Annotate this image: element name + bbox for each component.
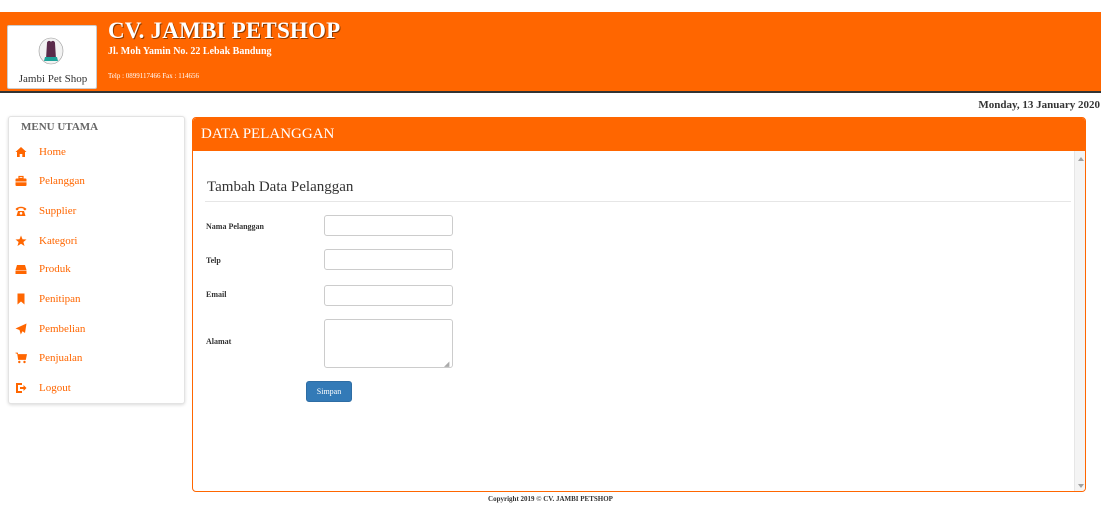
email-label: Email xyxy=(206,290,227,299)
resize-grip-icon[interactable]: ◢ xyxy=(444,361,449,368)
scroll-up-arrow-icon[interactable] xyxy=(1078,157,1084,161)
telp-label: Telp xyxy=(206,256,221,265)
panel-heading: DATA PELANGGAN xyxy=(193,118,1085,151)
star-icon xyxy=(14,234,28,248)
sidebar-item-penitipan[interactable]: Penitipan xyxy=(9,288,185,310)
simpan-button[interactable]: Simpan xyxy=(306,381,352,402)
logo: Jambi Pet Shop xyxy=(7,25,97,89)
nama-pelanggan-input[interactable] xyxy=(324,215,453,236)
sidebar-item-label: Penitipan xyxy=(39,293,81,305)
sidebar-item-label: Kategori xyxy=(39,235,78,247)
app-contact: Telp : 0899117466 Fax : 114656 xyxy=(108,72,199,80)
nama-pelanggan-label: Nama Pelanggan xyxy=(206,222,264,231)
sidebar-item-label: Pembelian xyxy=(39,323,86,335)
sidebar-item-label: Pelanggan xyxy=(39,175,85,187)
phone-icon xyxy=(14,204,28,218)
sidebar-item-label: Logout xyxy=(39,382,71,394)
sidebar-item-kategori[interactable]: Kategori xyxy=(9,230,185,252)
sidebar-heading: MENU UTAMA xyxy=(21,121,99,133)
logo-text: Jambi Pet Shop xyxy=(18,73,88,85)
home-icon xyxy=(14,145,28,159)
sidebar-item-logout[interactable]: Logout xyxy=(9,377,185,399)
alamat-textarea[interactable] xyxy=(324,319,453,368)
shopping-cart-icon xyxy=(14,351,28,365)
sidebar-item-pelanggan[interactable]: Pelanggan xyxy=(9,170,185,192)
alamat-label: Alamat xyxy=(206,337,232,346)
bookmark-icon xyxy=(14,292,28,306)
sidebar-item-supplier[interactable]: Supplier xyxy=(9,200,185,222)
email-input[interactable] xyxy=(324,285,453,306)
sidebar-item-produk[interactable]: Produk xyxy=(9,258,185,280)
logo-icon xyxy=(38,37,64,65)
sidebar: MENU UTAMA Home Pelanggan Supplier Kateg… xyxy=(8,116,185,404)
sidebar-item-label: Home xyxy=(39,146,66,158)
sidebar-item-penjualan[interactable]: Penjualan xyxy=(9,347,185,369)
current-date: Monday, 13 January 2020 xyxy=(978,99,1100,111)
send-icon xyxy=(14,322,28,336)
footer-copyright: Copyright 2019 © CV. JAMBI PETSHOP xyxy=(488,495,613,503)
app-address: Jl. Moh Yamin No. 22 Lebak Bandung xyxy=(108,46,272,57)
header-bar: Jambi Pet Shop CV. JAMBI PETSHOP Jl. Moh… xyxy=(0,12,1101,93)
sidebar-item-label: Supplier xyxy=(39,205,77,217)
data-pelanggan-panel: DATA PELANGGAN Tambah Data Pelanggan Nam… xyxy=(192,117,1086,492)
briefcase-icon xyxy=(14,174,28,188)
hdd-icon xyxy=(14,262,28,276)
form-title: Tambah Data Pelanggan xyxy=(207,179,354,195)
panel-title: DATA PELANGGAN xyxy=(201,126,335,142)
sidebar-item-pembelian[interactable]: Pembelian xyxy=(9,318,185,340)
app-title: CV. JAMBI PETSHOP xyxy=(108,18,341,43)
sidebar-item-label: Produk xyxy=(39,263,71,275)
log-out-icon xyxy=(14,381,28,395)
scroll-down-arrow-icon[interactable] xyxy=(1078,484,1084,488)
sidebar-item-home[interactable]: Home xyxy=(9,141,185,163)
telp-input[interactable] xyxy=(324,249,453,270)
panel-scrollbar[interactable] xyxy=(1074,151,1085,491)
sidebar-item-label: Penjualan xyxy=(39,352,83,364)
form-divider xyxy=(205,201,1071,202)
